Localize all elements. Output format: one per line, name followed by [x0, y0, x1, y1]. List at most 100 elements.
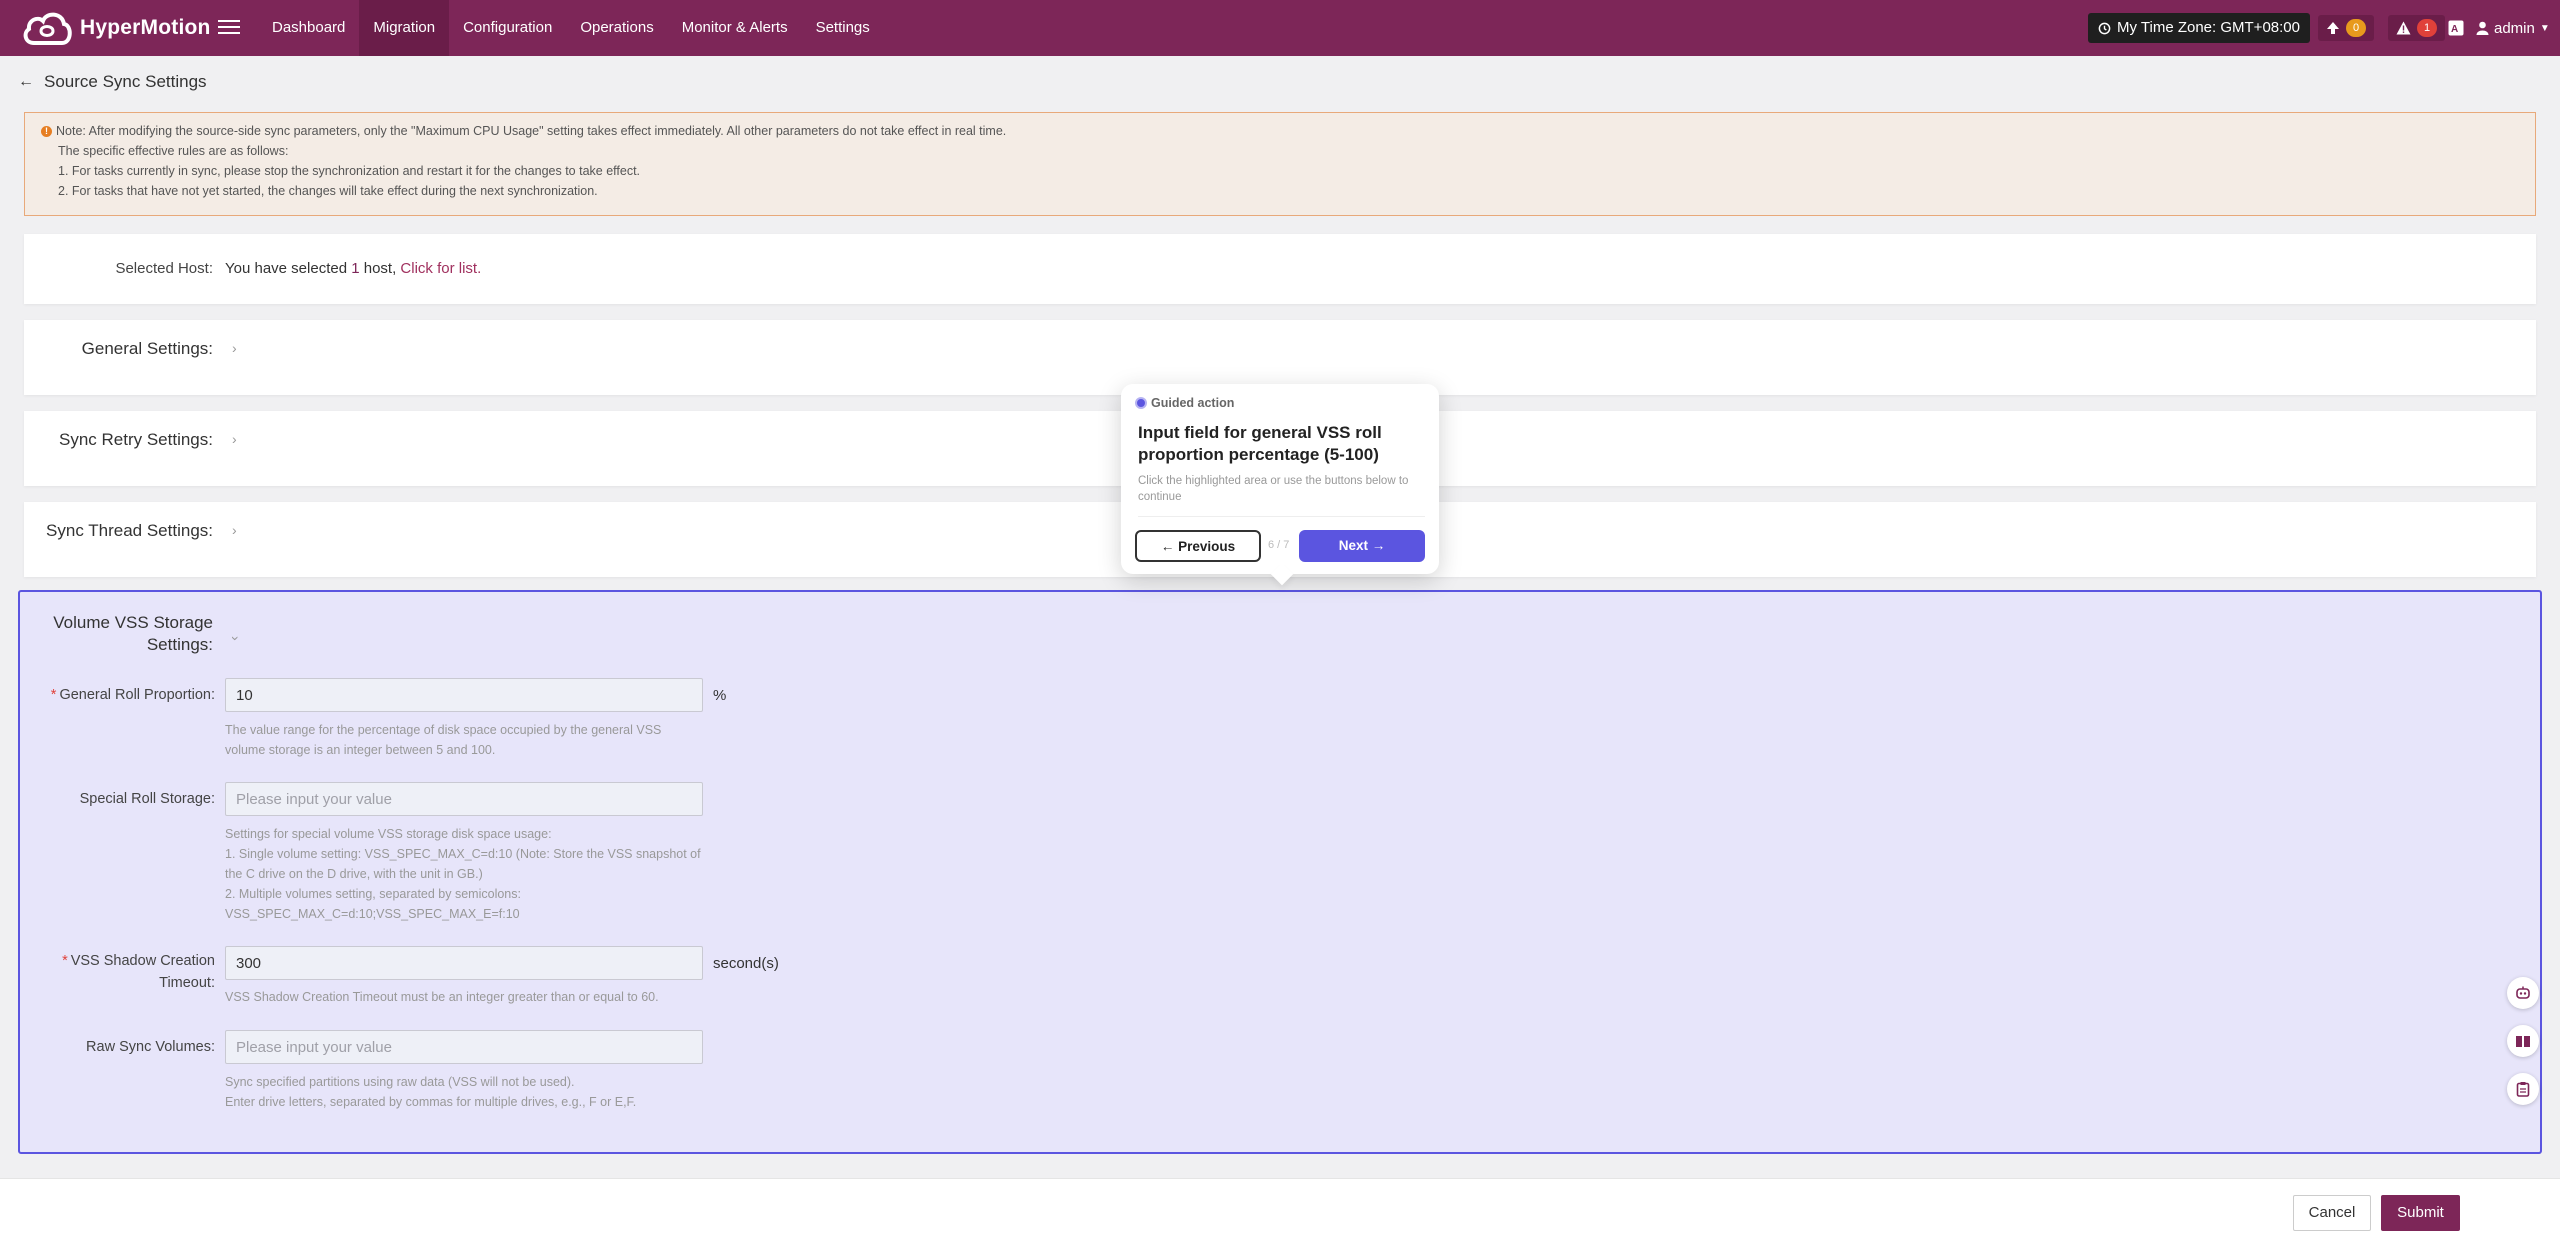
percent-unit: % — [713, 687, 727, 704]
vss-title-line-1: Volume VSS Storage — [53, 613, 213, 632]
general-settings-title: General Settings: — [81, 339, 213, 358]
notice-line-2: The specific effective rules are as foll… — [58, 144, 289, 158]
chevron-down-icon: ▼ — [2539, 22, 2550, 34]
vss-title-line-2: Settings: — [146, 635, 213, 654]
raw-sync-help: Sync specified partitions using raw data… — [225, 1072, 705, 1112]
guide-subtitle: Click the highlighted area or use the bu… — [1138, 475, 1409, 503]
raw-sync-volumes-input[interactable]: Please input your value — [225, 1030, 703, 1064]
warning-icon — [2396, 21, 2411, 35]
warning-circle-icon: ! — [41, 126, 52, 138]
required-asterisk: * — [50, 687, 57, 703]
upload-count-badge: 0 — [2346, 19, 2366, 37]
guide-previous-button[interactable]: ← Previous — [1135, 530, 1261, 562]
clock-icon — [2098, 22, 2111, 34]
host-text-prefix: You have selected — [225, 260, 352, 277]
selected-host-card: Selected Host: You have selected 1 host,… — [24, 234, 2536, 304]
timezone-label: My Time Zone: GMT+08:00 — [2117, 19, 2300, 36]
book-guide-icon[interactable] — [2507, 1025, 2539, 1057]
upload-arrow-icon — [2327, 22, 2339, 34]
raw-sync-help-1: Sync specified partitions using raw data… — [225, 1075, 575, 1089]
guide-step-counter: 6 / 7 — [1268, 539, 1290, 551]
language-icon: A — [2448, 20, 2464, 36]
special-roll-help-4: 2. Multiple volumes setting, separated b… — [225, 887, 521, 901]
host-count: 1 — [351, 260, 360, 277]
host-list-link[interactable]: Click for list. — [400, 260, 481, 277]
language-button[interactable]: A — [2448, 14, 2464, 42]
user-menu[interactable]: admin ▼ — [2476, 14, 2550, 42]
guided-action-tag: Guided action — [1151, 396, 1235, 410]
raw-sync-volumes-label: Raw Sync Volumes: — [86, 1039, 215, 1055]
chevron-right-icon[interactable]: › — [232, 522, 246, 538]
footer-action-bar: Cancel Submit — [0, 1178, 2560, 1243]
notice-line-3: 1. For tasks currently in sync, please s… — [58, 164, 641, 178]
notice-banner: ! Note: After modifying the source-side s… — [24, 112, 2536, 216]
nav-dashboard[interactable]: Dashboard — [258, 0, 359, 56]
svg-text:A: A — [2451, 24, 2458, 35]
chevron-down-icon[interactable]: › — [228, 636, 244, 650]
nav-monitor-alerts[interactable]: Monitor & Alerts — [668, 0, 802, 56]
brand-name: HyperMotion — [80, 16, 211, 39]
chevron-right-icon[interactable]: › — [232, 431, 246, 447]
page-header: ← Source Sync Settings — [18, 72, 207, 92]
guided-action-header: Guided action — [1135, 396, 1234, 410]
clipboard-icon[interactable] — [2507, 1073, 2539, 1105]
seconds-unit: second(s) — [713, 955, 779, 972]
nav-operations[interactable]: Operations — [566, 0, 667, 56]
shadow-timeout-label: * VSS Shadow Creation Timeout: — [20, 950, 215, 994]
special-roll-help-3: the C drive on the D drive, with the uni… — [225, 867, 483, 881]
special-roll-help-1: Settings for special volume VSS storage … — [225, 827, 552, 841]
chevron-right-icon[interactable]: › — [232, 340, 246, 356]
raw-sync-help-2: Enter drive letters, separated by commas… — [225, 1095, 637, 1109]
special-roll-storage-label: Special Roll Storage: — [79, 791, 215, 807]
general-roll-help-1: The value range for the percentage of di… — [225, 723, 662, 737]
back-arrow-icon[interactable]: ← — [18, 73, 34, 91]
notice-text-1: Note: After modifying the source-side sy… — [56, 124, 1007, 138]
sync-thread-settings-title: Sync Thread Settings: — [46, 521, 213, 540]
cancel-button[interactable]: Cancel — [2293, 1195, 2371, 1231]
general-roll-proportion-label: * General Roll Proportion: — [20, 687, 215, 703]
special-roll-storage-input[interactable]: Please input your value — [225, 782, 703, 816]
required-asterisk: * — [62, 953, 68, 969]
nav-migration[interactable]: Migration — [359, 0, 450, 56]
special-roll-help-5: VSS_SPEC_MAX_C=d:10;VSS_SPEC_MAX_E=f:10 — [225, 907, 520, 921]
user-icon — [2476, 21, 2489, 35]
special-roll-help-2: 1. Single volume setting: VSS_SPEC_MAX_C… — [225, 847, 701, 861]
top-navigation-bar: HyperMotion Dashboard Migration Configur… — [0, 0, 2560, 56]
alert-count-badge: 1 — [2417, 19, 2437, 37]
host-text-mid: host, — [359, 260, 401, 277]
guide-title: Input field for general VSS roll proport… — [1138, 423, 1382, 464]
shadow-timeout-label-2: Timeout: — [159, 975, 215, 991]
volume-vss-storage-title: Volume VSS Storage Settings: — [20, 612, 213, 656]
volume-vss-storage-section: Volume VSS Storage Settings: › * General … — [18, 590, 2542, 1154]
notice-line-4: 2. For tasks that have not yet started, … — [58, 184, 598, 198]
shadow-timeout-help: VSS Shadow Creation Timeout must be an i… — [225, 990, 659, 1004]
robot-assistant-icon[interactable] — [2507, 977, 2539, 1009]
page-title: Source Sync Settings — [44, 72, 207, 91]
shadow-timeout-label-1: VSS Shadow Creation — [70, 953, 215, 969]
submit-button[interactable]: Submit — [2381, 1195, 2460, 1231]
sync-retry-settings-title: Sync Retry Settings: — [58, 430, 213, 449]
upload-tasks-button[interactable]: 0 — [2318, 14, 2374, 42]
timezone-button[interactable]: My Time Zone: GMT+08:00 — [2088, 13, 2310, 43]
general-roll-help: The value range for the percentage of di… — [225, 720, 705, 760]
guide-divider — [1138, 516, 1425, 517]
selected-host-label: Selected Host: — [115, 260, 213, 277]
alerts-button[interactable]: 1 — [2388, 14, 2445, 42]
menu-toggle-icon[interactable] — [218, 16, 240, 38]
username: admin — [2494, 19, 2535, 37]
nav-settings[interactable]: Settings — [802, 0, 884, 56]
shadow-timeout-input[interactable]: 300 — [225, 946, 703, 980]
brand-logo[interactable]: HyperMotion — [22, 9, 211, 47]
general-roll-help-2: volume storage is an integer between 5 a… — [225, 743, 496, 757]
guide-dot-icon — [1135, 397, 1147, 409]
notice-line-1: ! Note: After modifying the source-side s… — [41, 124, 1006, 138]
guided-action-popover: Guided action Input field for general VS… — [1121, 384, 1439, 574]
guide-next-button[interactable]: Next → — [1299, 530, 1425, 562]
general-roll-proportion-input[interactable]: 10 — [225, 678, 703, 712]
main-nav: Dashboard Migration Configuration Operat… — [258, 0, 884, 56]
nav-configuration[interactable]: Configuration — [449, 0, 566, 56]
cloud-logo-icon — [23, 12, 72, 45]
selected-host-text: You have selected 1 host, Click for list… — [225, 260, 481, 277]
special-roll-help: Settings for special volume VSS storage … — [225, 824, 705, 924]
general-roll-label-text: General Roll Proportion: — [59, 687, 215, 703]
